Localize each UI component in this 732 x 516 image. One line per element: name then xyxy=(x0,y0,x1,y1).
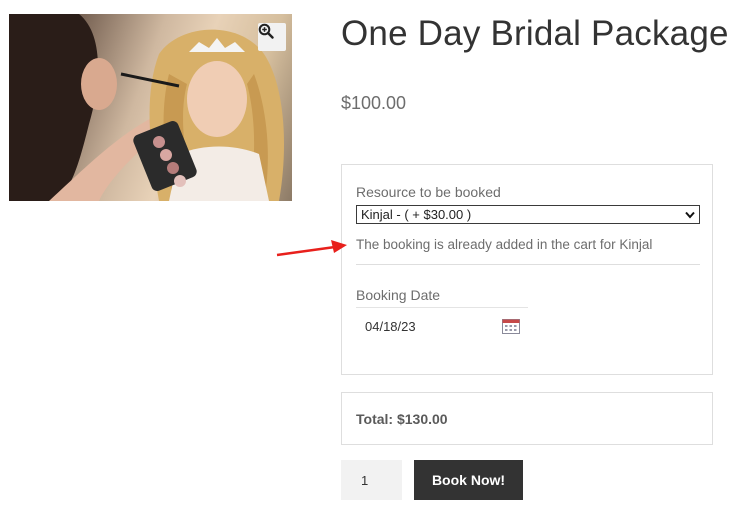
product-image[interactable] xyxy=(9,14,292,201)
total-summary: Total: $130.00 xyxy=(341,392,713,445)
product-photo-illustration xyxy=(9,14,284,201)
quantity-value: 1 xyxy=(361,472,369,488)
resource-label: Resource to be booked xyxy=(356,184,501,200)
booking-date-value: 04/18/23 xyxy=(365,319,416,334)
product-title: One Day Bridal Package xyxy=(341,14,729,53)
quantity-input[interactable]: 1 xyxy=(341,460,402,500)
booking-notice: The booking is already added in the cart… xyxy=(356,237,653,252)
booking-date-input[interactable]: 04/18/23 xyxy=(356,307,528,345)
chevron-down-icon xyxy=(685,211,695,219)
book-now-button[interactable]: Book Now! xyxy=(414,460,523,500)
zoom-in-icon xyxy=(258,23,274,39)
calendar-icon[interactable] xyxy=(502,318,520,334)
zoom-button[interactable] xyxy=(258,23,286,51)
booking-form: Resource to be booked Kinjal - ( + $30.0… xyxy=(341,164,713,375)
resource-select[interactable]: Kinjal - ( + $30.00 ) xyxy=(356,205,700,224)
product-price: $100.00 xyxy=(341,93,407,113)
booking-date-label: Booking Date xyxy=(356,287,441,303)
divider xyxy=(356,264,700,265)
annotation-arrow xyxy=(276,240,347,257)
resource-selected-value: Kinjal - ( + $30.00 ) xyxy=(361,207,472,222)
total-text: Total: $130.00 xyxy=(356,410,448,427)
